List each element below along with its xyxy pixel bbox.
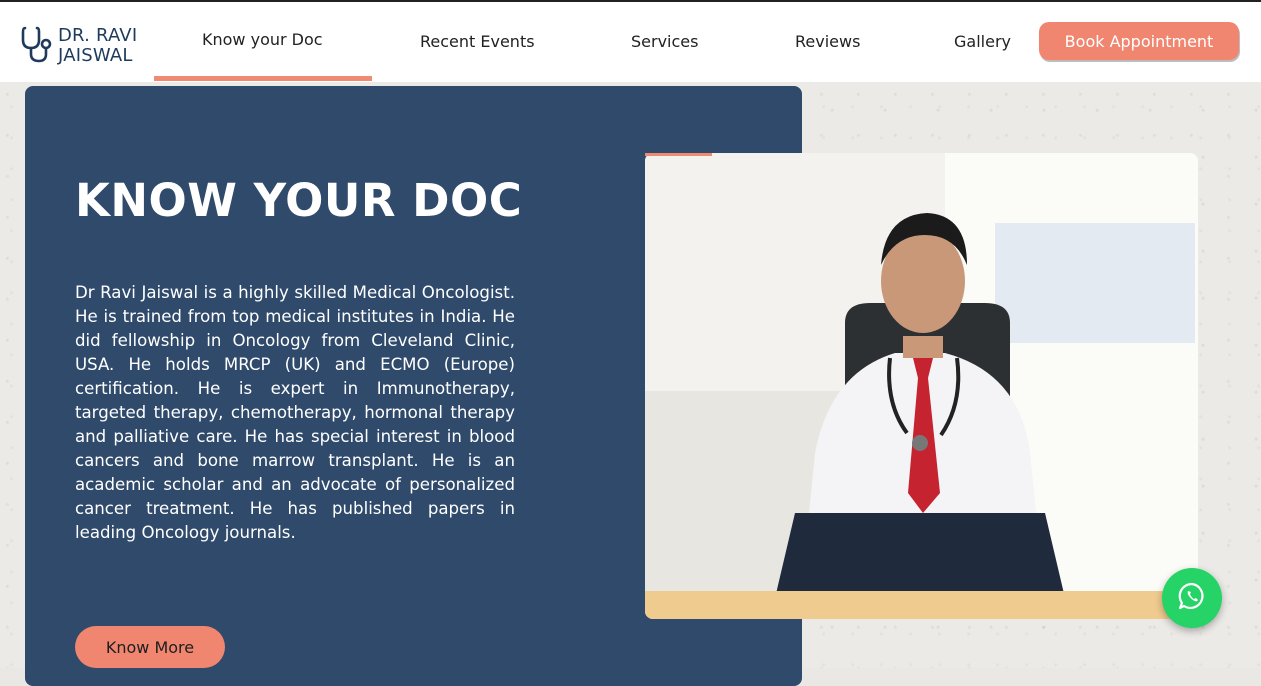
nav-services[interactable]: Services	[631, 32, 698, 51]
logo[interactable]: DR. RAVI JAISWAL	[20, 24, 137, 68]
whatsapp-button[interactable]	[1162, 568, 1222, 628]
book-appointment-button[interactable]: Book Appointment	[1039, 22, 1239, 60]
brand-line-2: JAISWAL	[58, 45, 133, 66]
nav-know-your-doc[interactable]: Know your Doc	[202, 30, 323, 49]
nav-gallery[interactable]: Gallery	[954, 32, 1011, 51]
doctor-photo	[645, 153, 1198, 619]
whatsapp-icon	[1177, 581, 1207, 615]
doctor-bio: Dr Ravi Jaiswal is a highly skilled Medi…	[75, 283, 515, 542]
photo-accent-bar	[645, 153, 712, 156]
know-more-button[interactable]: Know More	[75, 626, 225, 668]
brand-line-1: DR. RAVI	[58, 25, 138, 46]
section-heading: KNOW YOUR DOC	[75, 174, 523, 227]
nav-active-indicator	[154, 76, 372, 81]
nav-recent-events[interactable]: Recent Events	[420, 32, 535, 51]
stethoscope-icon	[20, 24, 54, 68]
brand-name: DR. RAVI JAISWAL	[58, 26, 137, 66]
nav-reviews[interactable]: Reviews	[795, 32, 860, 51]
site-header: DR. RAVI JAISWAL Know your Doc Recent Ev…	[0, 2, 1261, 82]
